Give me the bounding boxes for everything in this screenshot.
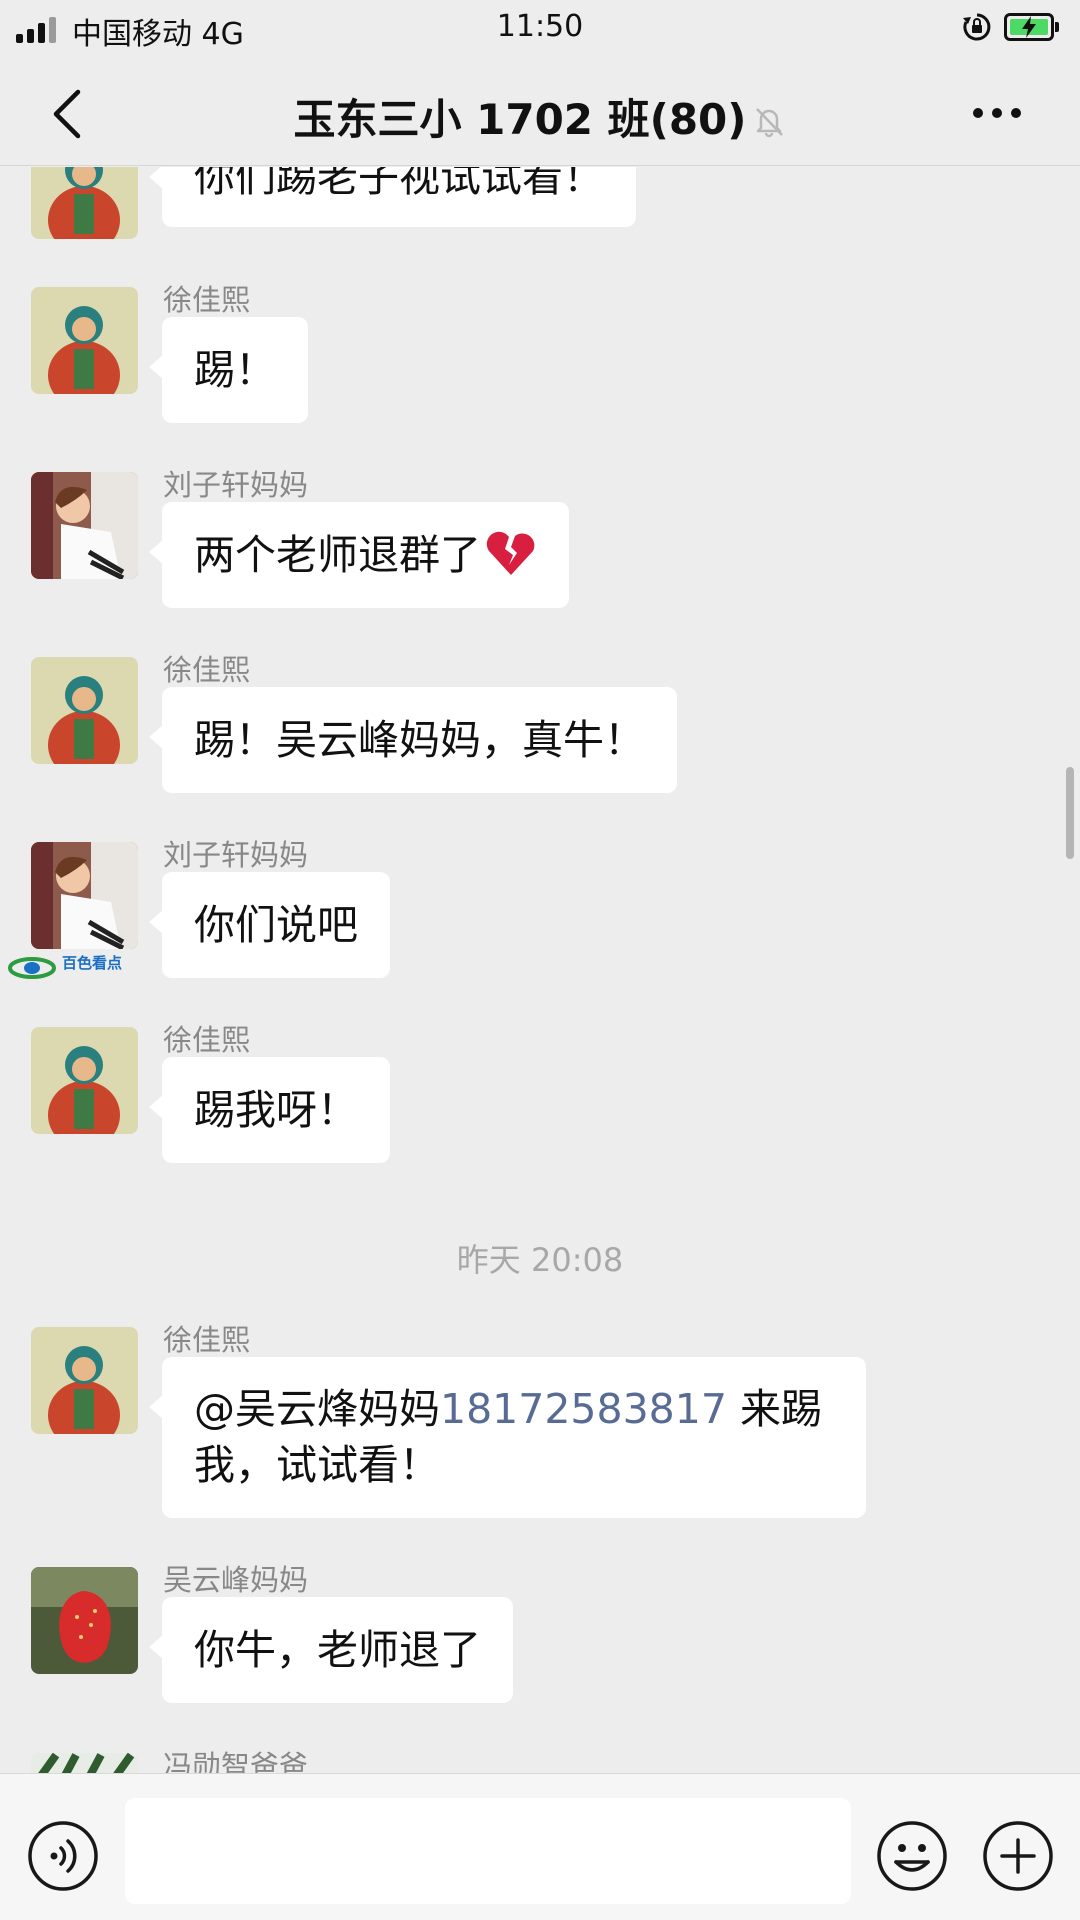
sender-name: 刘子轩妈妈: [163, 468, 309, 502]
sender-name: 冯勋智爸爸: [163, 1749, 309, 1773]
emoji-icon[interactable]: [876, 1820, 948, 1892]
scrollbar[interactable]: [1066, 767, 1074, 859]
voice-icon[interactable]: [27, 1820, 99, 1892]
sender-name: 刘子轩妈妈: [163, 838, 309, 872]
chat-title[interactable]: 玉东三小 1702 班(80): [0, 86, 1080, 147]
message-bubble[interactable]: 踢！吴云峰妈妈，真牛！: [149, 687, 677, 793]
input-bar: [0, 1773, 1080, 1920]
message-bubble[interactable]: @吴云烽妈妈18172583817 来踢 我，试试看！: [149, 1357, 866, 1518]
message-text: 踢！: [194, 346, 276, 394]
avatar[interactable]: [31, 167, 138, 239]
avatar[interactable]: [31, 472, 138, 579]
chat-header: 玉东三小 1702 班(80): [0, 60, 1080, 166]
message-text: 你们踢老子视试试看！: [194, 167, 604, 201]
message-text: 踢我呀！: [194, 1086, 358, 1134]
avatar[interactable]: [31, 657, 138, 764]
message-text: 你牛，老师退了: [194, 1626, 481, 1674]
avatar[interactable]: [31, 842, 138, 949]
message-input[interactable]: [125, 1798, 851, 1904]
message-bubble[interactable]: 你牛，老师退了: [149, 1597, 513, 1703]
watermark-logo: 百色看点: [8, 952, 128, 988]
rotation-lock-icon: [963, 13, 991, 41]
message-text: 来踢: [726, 1385, 822, 1433]
message-bubble[interactable]: 你们说吧: [149, 872, 390, 978]
message-bubble[interactable]: 两个老师退群了: [149, 502, 569, 608]
sender-name: 徐佳熙: [163, 653, 251, 687]
mention-text[interactable]: @吴云烽妈妈: [194, 1385, 440, 1433]
phone-link[interactable]: 18172583817: [440, 1385, 727, 1433]
sender-name: 徐佳熙: [163, 1023, 251, 1057]
sender-name: 吴云峰妈妈: [163, 1563, 309, 1597]
time-divider: 昨天 20:08: [456, 1241, 624, 1279]
battery-icon: [1004, 13, 1060, 41]
watermark-text: 百色看点: [62, 954, 123, 972]
avatar[interactable]: [31, 1753, 138, 1773]
avatar[interactable]: [31, 287, 138, 394]
message-text: 踢！吴云峰妈妈，真牛！: [194, 716, 645, 764]
avatar[interactable]: [31, 1027, 138, 1134]
more-dots-icon[interactable]: [970, 98, 1024, 128]
message-line-2: 我，试试看！: [194, 1441, 440, 1489]
avatar[interactable]: [31, 1327, 138, 1434]
status-time: 11:50: [496, 9, 584, 44]
message-text: 两个老师退群了: [194, 531, 481, 579]
message-list[interactable]: 你们踢老子视试试看！ 徐佳熙 踢！ 刘子轩妈妈 两个老师退群了 徐佳熙 踢！吴云…: [0, 167, 1080, 1773]
broken-heart-icon: [486, 531, 535, 575]
message-bubble[interactable]: 踢我呀！: [149, 1057, 390, 1163]
message-bubble[interactable]: 你们踢老子视试试看！: [149, 167, 636, 227]
plus-icon[interactable]: [982, 1820, 1054, 1892]
mute-bell-icon: [756, 108, 784, 138]
group-name: 玉东三小 1702 班(80): [293, 95, 747, 144]
message-text: 你们说吧: [194, 901, 358, 949]
status-bar: 中国移动 4G 11:50: [0, 0, 1080, 60]
avatar[interactable]: [31, 1567, 138, 1674]
sender-name: 徐佳熙: [163, 1323, 251, 1357]
message-bubble[interactable]: 踢！: [149, 317, 308, 423]
message-line-1: @吴云烽妈妈18172583817 来踢: [194, 1381, 834, 1437]
sender-name: 徐佳熙: [163, 283, 251, 317]
